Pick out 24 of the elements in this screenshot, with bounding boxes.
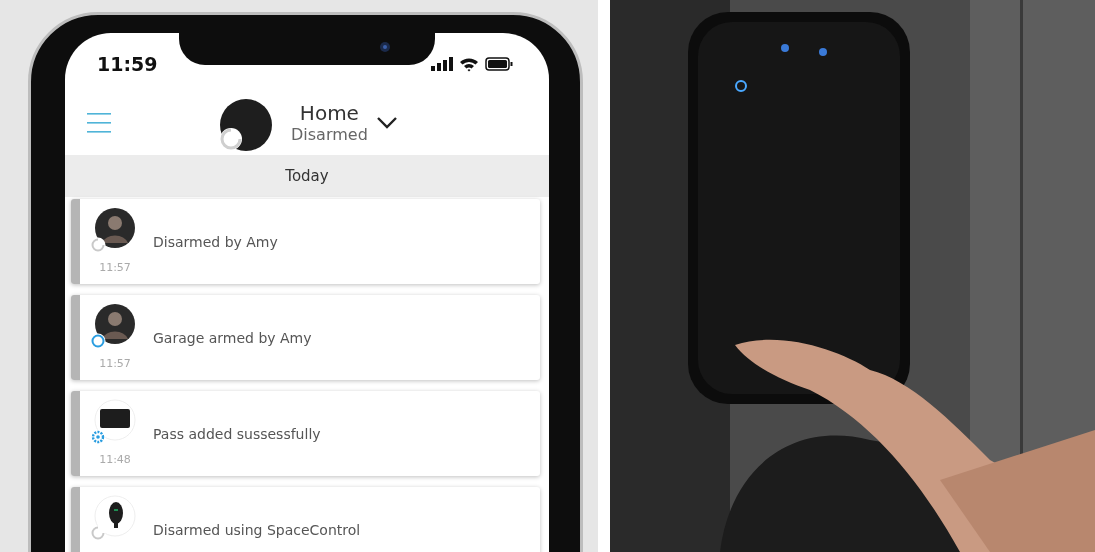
event-text: Garage armed by Amy bbox=[153, 329, 312, 346]
status-time: 11:59 bbox=[97, 53, 158, 75]
event-card[interactable]: Disarmed using SpaceControl bbox=[71, 487, 540, 552]
event-card[interactable]: 11:57 Garage armed by Amy bbox=[71, 295, 540, 380]
chevron-down-icon bbox=[375, 116, 398, 130]
hub-name: Home bbox=[299, 101, 359, 125]
event-text: Pass added sussessfully bbox=[153, 425, 321, 442]
status-strip bbox=[71, 487, 80, 552]
event-text: Disarmed using SpaceControl bbox=[153, 521, 361, 538]
event-time: 11:57 bbox=[99, 357, 131, 370]
hub-selector-button[interactable] bbox=[375, 116, 398, 130]
section-header: Today bbox=[65, 155, 549, 197]
event-card[interactable]: 11:57 Disarmed by Amy bbox=[71, 199, 540, 284]
battery-icon bbox=[485, 57, 513, 71]
hub-device-icon bbox=[219, 98, 275, 154]
camera-icon bbox=[379, 41, 391, 53]
event-text: Disarmed by Amy bbox=[153, 233, 278, 250]
event-card[interactable]: 11:48 Pass added sussessfully bbox=[71, 391, 540, 476]
hub-status: Disarmed bbox=[291, 125, 368, 145]
event-time: 11:57 bbox=[99, 261, 131, 274]
wifi-icon bbox=[459, 56, 479, 72]
signal-icon bbox=[431, 57, 453, 71]
event-time: 11:48 bbox=[99, 453, 131, 466]
menu-icon bbox=[87, 112, 111, 134]
